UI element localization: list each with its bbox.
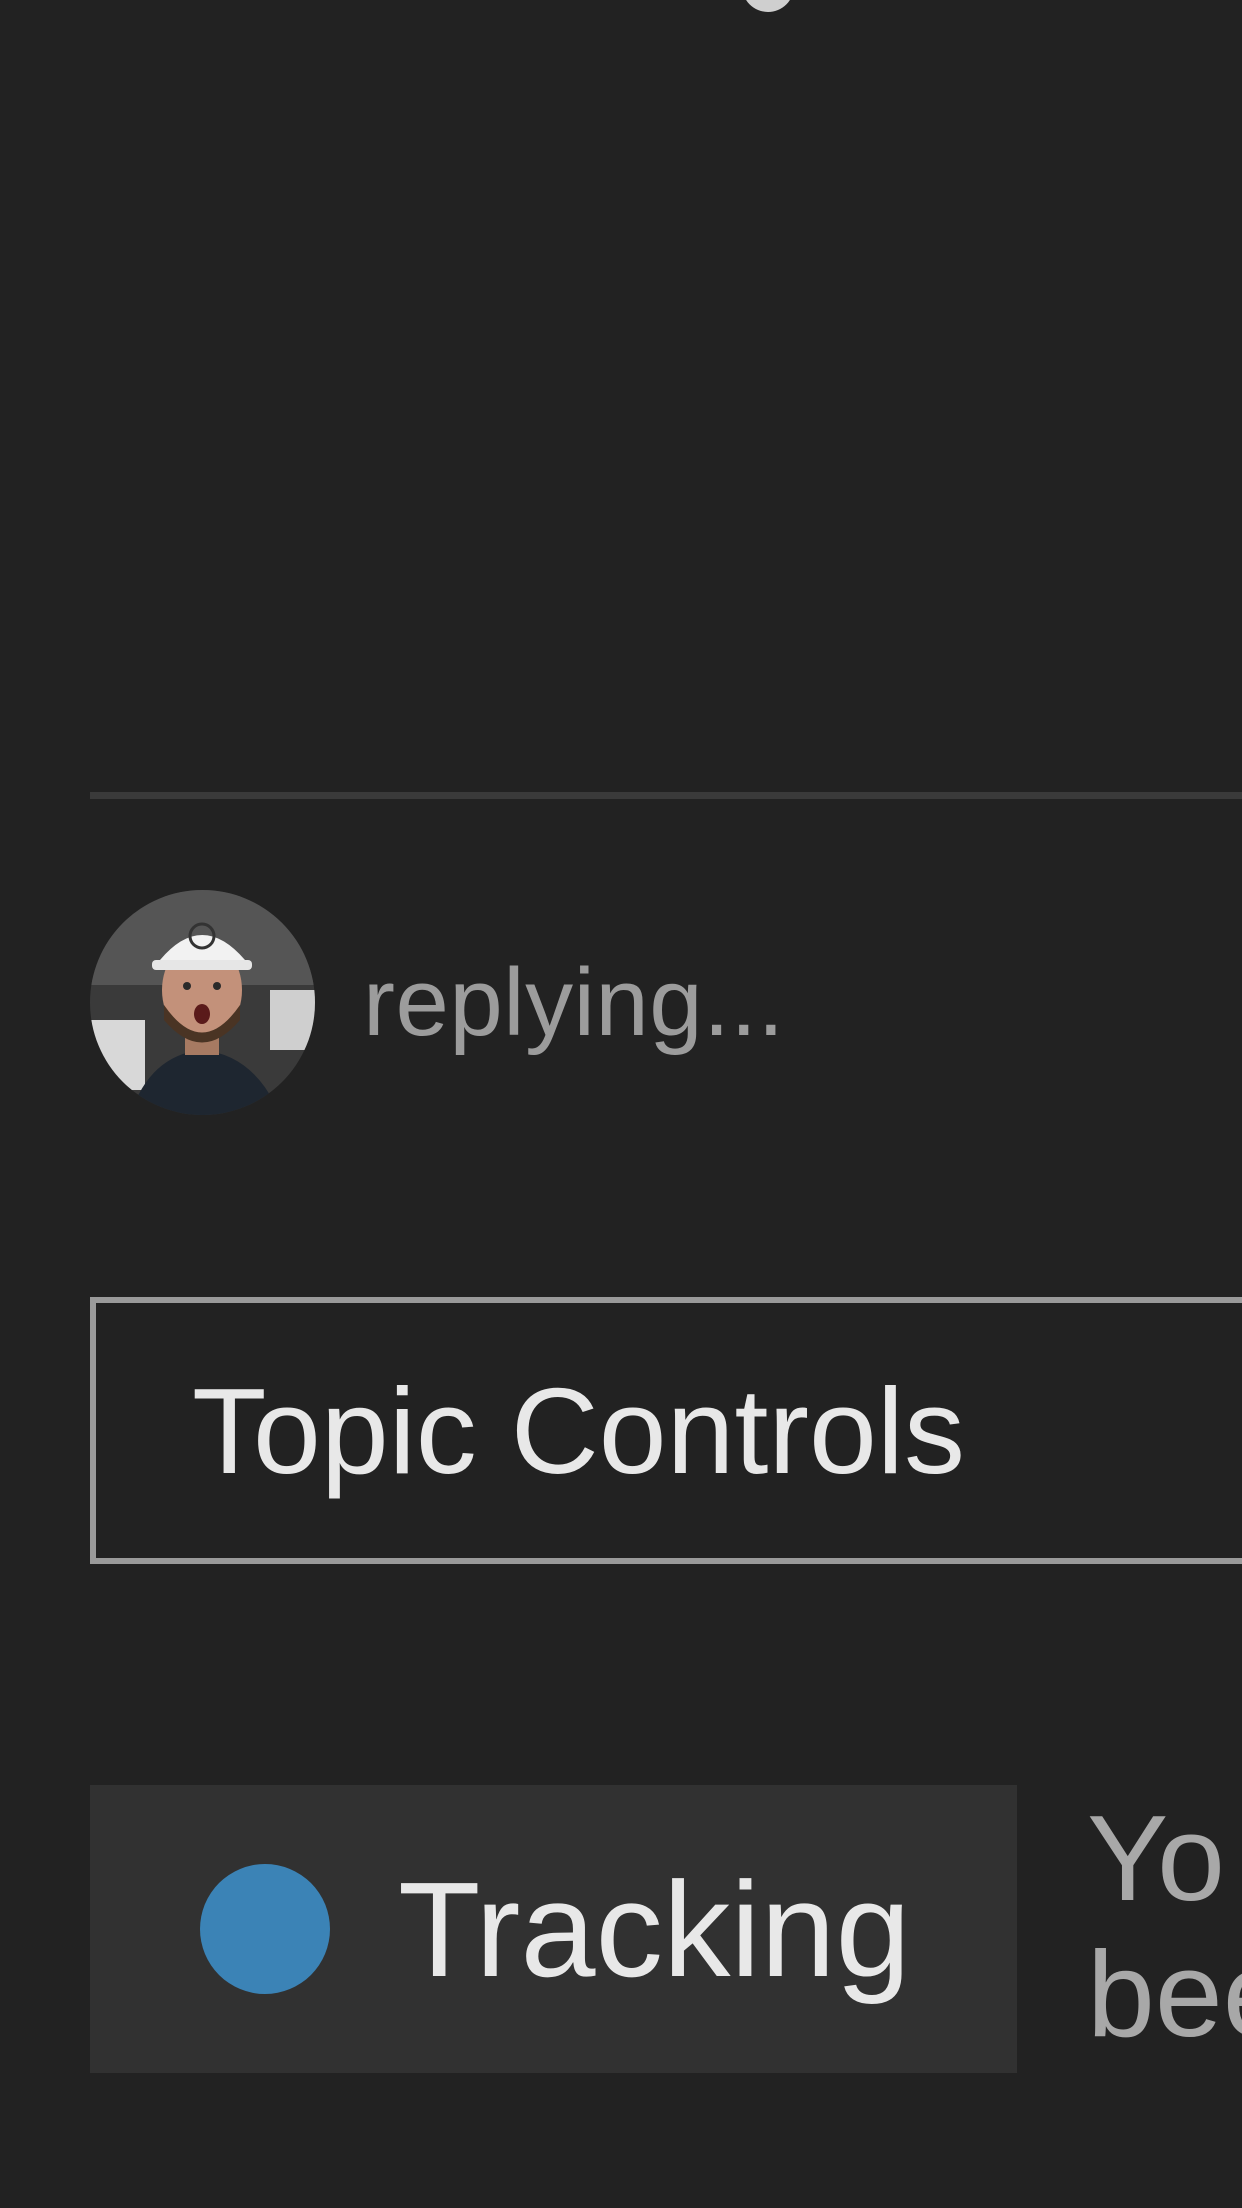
avatar[interactable] [90, 890, 315, 1115]
notification-level-description: Yo bee [1087, 1790, 1242, 2062]
replying-indicator: replying... [90, 890, 785, 1115]
topic-controls-label: Topic Controls [192, 1362, 965, 1499]
partial-circle-icon [742, 0, 794, 12]
post-divider [90, 792, 1242, 799]
replying-status-text: replying... [363, 948, 785, 1056]
notification-level-button[interactable]: Tracking [90, 1785, 1017, 2073]
circle-indicator-icon [200, 1864, 330, 1994]
topic-controls-button[interactable]: Topic Controls [90, 1297, 1242, 1564]
description-line-2: bee [1087, 1926, 1242, 2062]
notification-level-label: Tracking [398, 1853, 911, 2005]
description-line-1: Yo [1087, 1790, 1226, 1926]
avatar-photo [90, 890, 315, 1115]
